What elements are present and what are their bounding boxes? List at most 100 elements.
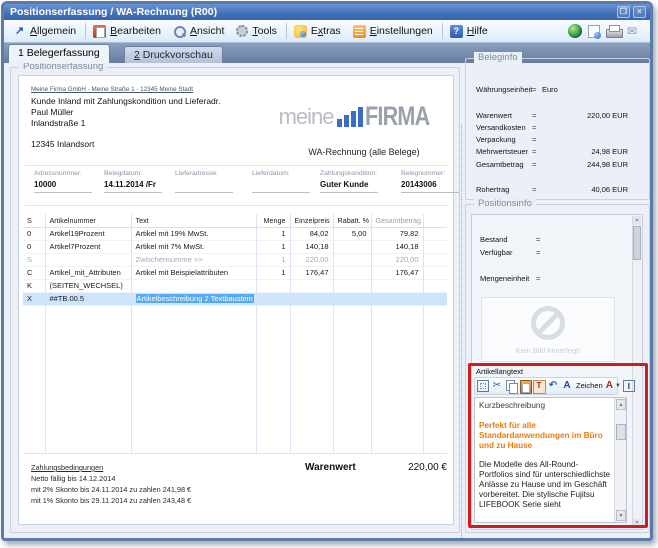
info-value: 220,00 EUR (540, 111, 628, 120)
artikellangtext-label: Artikellangtext (476, 367, 523, 376)
field-value[interactable]: 14.11.2014 /Fr (104, 180, 174, 190)
field-zahlungskondition[interactable]: Zahlungskondition: Guter Kunde (320, 170, 390, 193)
restore-icon[interactable]: ❐ (617, 6, 630, 18)
table-empty-area[interactable] (23, 305, 447, 453)
menu-label: Allgemein (30, 25, 76, 37)
col-header-s[interactable]: S (23, 214, 45, 227)
settings-icon (353, 25, 366, 38)
zeichen-button[interactable]: Zeichen (575, 380, 604, 392)
email-icon[interactable]: ✉ (627, 25, 640, 38)
field-belegnummer[interactable]: Belegnummer: 20143006 (401, 170, 471, 193)
table-row[interactable]: C Artikel_mit_Attributen Artikel mit Bei… (23, 266, 447, 279)
undo-icon[interactable]: ↶ (547, 380, 559, 392)
italic-icon[interactable]: I (623, 380, 635, 392)
info-row-mengeneinheit: Mengeneinheit = (480, 274, 529, 283)
menu-item-einstellungen[interactable]: Einstellungen (348, 23, 440, 40)
col-header-gesamtbetrag[interactable]: Gesamtbetrag (371, 214, 423, 227)
address-line: Paul Müller (31, 107, 74, 117)
scroll-down-icon[interactable]: ▼ (633, 519, 641, 528)
paste-icon[interactable] (519, 380, 531, 392)
positions-table: S Artikelnummer Text Menge Einzelpreis R… (23, 214, 447, 454)
app-window: Positionserfassung / WA-Rechnung (R00) ❐… (1, 1, 653, 541)
scrollbar-thumb[interactable] (633, 226, 641, 260)
editor-scrollbar[interactable]: ▲ ▼ (614, 398, 626, 522)
longtext-body: Die Modelle des All-Round-Portfolios sin… (479, 460, 612, 510)
no-image-label: Kein Bild hinterlegt! (482, 346, 614, 355)
info-row-mehrwertsteuer: Mehrwertsteuer = 24,98 EUR (476, 147, 528, 156)
tab-belegerfassung[interactable]: 1 Belegerfassung (8, 44, 110, 63)
font-icon[interactable]: A (561, 380, 573, 392)
field-underline (104, 192, 162, 193)
payment-terms-line: mit 1% Skonto bis 29.11.2014 zu zahlen 2… (31, 495, 191, 506)
field-underline (34, 192, 92, 193)
col-header-artikelnummer[interactable]: Artikelnummer (45, 214, 131, 227)
field-value[interactable]: Guter Kunde (320, 180, 390, 190)
field-value[interactable]: 20143006 (401, 180, 471, 190)
field-lieferadresse[interactable]: Lieferadresse: (175, 170, 245, 193)
field-label: Zahlungskondition: (320, 170, 390, 177)
info-row-warenwert: Warenwert = 220,00 EUR (476, 111, 512, 120)
tab-druckvorschau[interactable]: 2 Druckvorschau (124, 46, 223, 63)
warenwert-value: 220,00 € (349, 462, 447, 473)
col-header-einzelpreis[interactable]: Einzelpreis (290, 214, 333, 227)
field-label: Lieferadresse: (175, 170, 245, 177)
menu-item-tools[interactable]: Tools (231, 23, 284, 39)
globe-icon[interactable] (568, 24, 582, 38)
field-value[interactable]: 10000 (34, 180, 104, 190)
field-adressnummer[interactable]: Adressnummer: 10000 (34, 170, 104, 193)
field-lieferdatum[interactable]: Lieferdatum: (252, 170, 322, 193)
equals-sign: = (536, 274, 540, 283)
document-info-icon[interactable] (588, 25, 600, 38)
menu-item-bearbeiten[interactable]: Bearbeiten (88, 23, 168, 40)
extras-icon (294, 25, 307, 38)
selected-cell-text: Artikelbeschreibung 2 Textbaustein (136, 294, 254, 303)
menu-label: Ansicht (190, 25, 224, 37)
table-row-selected[interactable]: X ##TB.00.5 Artikelbeschreibung 2 Textba… (23, 292, 447, 305)
copy-icon[interactable] (505, 380, 517, 392)
field-underline (175, 192, 233, 193)
equals-sign: = (536, 248, 540, 257)
divider (25, 165, 449, 166)
menu-label: Einstellungen (370, 25, 433, 37)
field-value[interactable] (252, 180, 322, 190)
printer-icon[interactable] (606, 25, 621, 37)
menu-item-hilfe[interactable]: ? Hilfe (445, 23, 495, 40)
chevron-down-icon[interactable]: ▼ (615, 380, 621, 392)
sender-line: Meine Firma GmbH - Meine Straße 1 - 1234… (31, 86, 193, 93)
scroll-down-icon[interactable]: ▼ (616, 510, 626, 521)
payment-terms-line: mit 2% Skonto bis 24.11.2014 zu zahlen 2… (31, 484, 191, 495)
col-header-menge[interactable]: Menge (256, 214, 290, 227)
menu-item-allgemein[interactable]: ↗ Allgemein (8, 23, 83, 40)
close-icon[interactable]: × (633, 6, 646, 18)
info-value: 24,98 EUR (540, 147, 628, 156)
menu-separator (286, 23, 287, 39)
gear-icon (236, 25, 248, 37)
positionsinfo-scrollbar[interactable]: ▲ ▼ (632, 216, 641, 528)
cut-icon[interactable]: ✂ (491, 380, 503, 392)
select-all-icon[interactable] (477, 380, 489, 392)
table-row[interactable]: 0 Artikel19Prozent Artikel mit 19% MwSt.… (23, 227, 447, 240)
article-image-placeholder: Kein Bild hinterlegt! (481, 297, 615, 362)
info-value: 40,06 EUR (540, 185, 628, 194)
artikellangtext-editor[interactable]: Kurzbeschreibung Perfekt für alle Standa… (474, 397, 627, 523)
paste-text-icon[interactable]: T (533, 380, 545, 392)
menu-item-ansicht[interactable]: Ansicht (168, 23, 231, 40)
col-header-rabatt[interactable]: Rabatt. % (333, 214, 371, 227)
font-color-icon[interactable]: A (606, 380, 613, 392)
scroll-up-icon[interactable]: ▲ (633, 216, 641, 225)
field-label: Belegdatum: (104, 170, 174, 177)
field-label: Belegnummer: (401, 170, 471, 177)
document-preview: Meine Firma GmbH - Meine Straße 1 - 1234… (18, 75, 454, 525)
table-row[interactable]: 0 Artikel7Prozent Artikel mit 7% MwSt. 1… (23, 240, 447, 253)
table-row-subtotal[interactable]: S Zwischensumme >> 1 220,00 220,00 (23, 253, 447, 266)
scroll-up-icon[interactable]: ▲ (616, 399, 626, 410)
col-header-text[interactable]: Text (131, 214, 256, 227)
field-value[interactable] (175, 180, 245, 190)
field-underline (252, 192, 310, 193)
equals-sign: = (532, 85, 536, 94)
bar-chart-logo-icon (337, 107, 363, 127)
table-row[interactable]: K (SEITEN_WECHSEL) (23, 279, 447, 292)
field-belegdatum[interactable]: Belegdatum: 14.11.2014 /Fr (104, 170, 174, 193)
menu-item-extras[interactable]: Extras (289, 23, 348, 40)
scrollbar-thumb[interactable] (616, 424, 626, 440)
